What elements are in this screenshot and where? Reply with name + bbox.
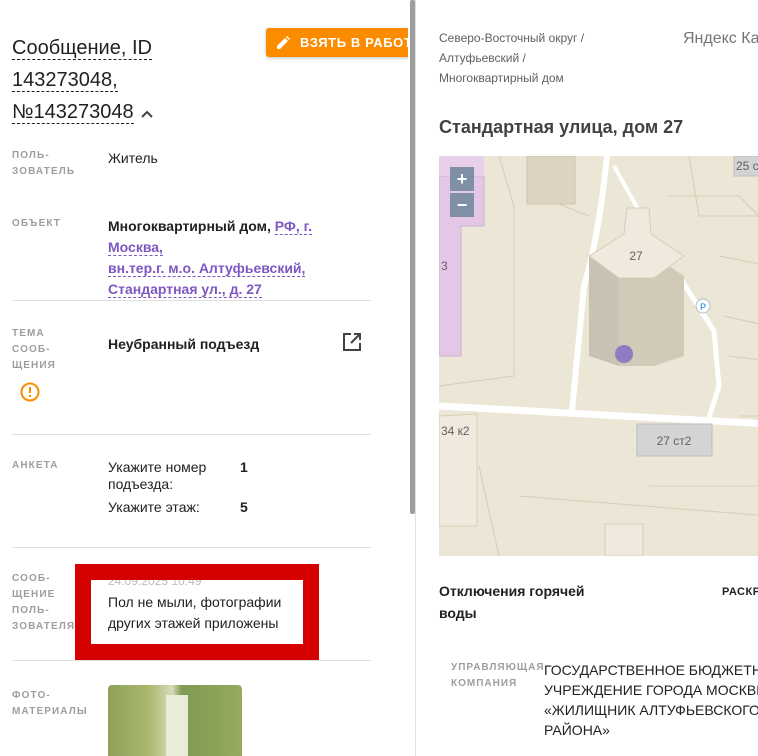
- warning-icon: [20, 382, 40, 407]
- map-label-27st2: 27 ст2: [657, 434, 692, 448]
- divider: [12, 434, 371, 435]
- management-company-line: РАЙОНА»: [544, 722, 610, 738]
- entrance-question: Укажите номер подъезда:: [108, 459, 207, 492]
- highlight-frame: [75, 564, 319, 660]
- object-value: Многоквартирный дом, РФ, г. Москва, вн.т…: [108, 216, 370, 300]
- photos-label: ФОТО- МАТЕРИАЛЫ: [12, 690, 88, 717]
- expand-button[interactable]: РАСКРЫТЬ: [722, 586, 758, 598]
- zoom-in-button[interactable]: +: [450, 167, 474, 191]
- message-panel: Сообщение, ID 143273048, №143273048 ВЗЯТ…: [0, 0, 408, 756]
- management-company-line: УЧРЕЖДЕНИЕ ГОРОДА МОСКВЫ: [544, 682, 758, 698]
- breadcrumb-type[interactable]: Многоквартирный дом: [439, 68, 584, 88]
- topic-label: ТЕМА СООБ- ЩЕНИЯ: [12, 328, 56, 371]
- map-label-27: 27: [629, 249, 643, 263]
- map[interactable]: P 27 25 с 34 к2 27 ст2 3 + −: [439, 156, 758, 556]
- map-label-34k2: 34 к2: [441, 424, 470, 438]
- hot-water-outages-title: Отключения горячей воды: [439, 583, 585, 621]
- user-label: ПОЛЬ- ЗОВАТЕЛЬ: [12, 150, 76, 177]
- title-line-2: 143273048,: [12, 69, 118, 92]
- title-line-1: Сообщение, ID: [12, 37, 152, 60]
- map-label-3: 3: [441, 259, 448, 273]
- object-address-link-3[interactable]: Стандартная ул., д. 27: [108, 281, 262, 298]
- parking-label: P: [700, 302, 706, 312]
- map-zoom-controls: + −: [450, 167, 474, 217]
- map-label-25: 25 с: [736, 159, 758, 173]
- management-company-line: ГОСУДАРСТВЕННОЕ БЮДЖЕТНОЕ: [544, 662, 758, 678]
- floor-answer: 5: [240, 499, 248, 515]
- topic-value: Неубранный подъезд: [108, 336, 260, 352]
- zoom-out-button[interactable]: −: [450, 193, 474, 217]
- entrance-answer: 1: [240, 459, 248, 475]
- photo-thumbnail[interactable]: [108, 685, 242, 756]
- take-to-work-button[interactable]: ВЗЯТЬ В РАБОТУ: [266, 28, 408, 57]
- map-canvas: P 27 25 с 34 к2 27 ст2 3: [439, 156, 758, 556]
- breadcrumb-area[interactable]: Алтуфьевский /: [439, 48, 584, 68]
- management-company-value: ГОСУДАРСТВЕННОЕ БЮДЖЕТНОЕ УЧРЕЖДЕНИЕ ГОР…: [544, 660, 758, 740]
- breadcrumb: Северо-Восточный округ / Алтуфьевский / …: [439, 28, 584, 88]
- object-panel: Северо-Восточный округ / Алтуфьевский / …: [416, 0, 758, 756]
- form-label: АНКЕТА: [12, 460, 59, 471]
- open-external-icon[interactable]: [342, 332, 362, 357]
- breadcrumb-district[interactable]: Северо-Восточный округ /: [439, 28, 584, 48]
- object-label: ОБЪЕКТ: [12, 218, 62, 229]
- management-company-line: «ЖИЛИЩНИК АЛТУФЬЕВСКОГО: [544, 702, 758, 718]
- object-address: Стандартная улица, дом 27: [439, 117, 684, 137]
- title-line-3: №143273048: [12, 101, 134, 124]
- pencil-icon: [277, 35, 290, 49]
- yandex-maps-link[interactable]: Яндекс Карты: [683, 30, 758, 48]
- object-type: Многоквартирный дом,: [108, 218, 271, 234]
- divider: [12, 547, 371, 548]
- chevron-up-icon[interactable]: [140, 97, 154, 129]
- object-address-link-2[interactable]: вн.тер.г. м.о. Алтуфьевский,: [108, 260, 306, 277]
- floor-question: Укажите этаж:: [108, 499, 200, 515]
- take-button-label: ВЗЯТЬ В РАБОТУ: [300, 35, 408, 50]
- page-title[interactable]: Сообщение, ID 143273048, №143273048: [12, 32, 262, 129]
- user-value: Житель: [108, 150, 158, 166]
- management-company-label: УПРАВЛЯЮЩАЯ КОМПАНИЯ: [451, 662, 545, 689]
- divider: [12, 660, 371, 661]
- divider: [12, 300, 371, 301]
